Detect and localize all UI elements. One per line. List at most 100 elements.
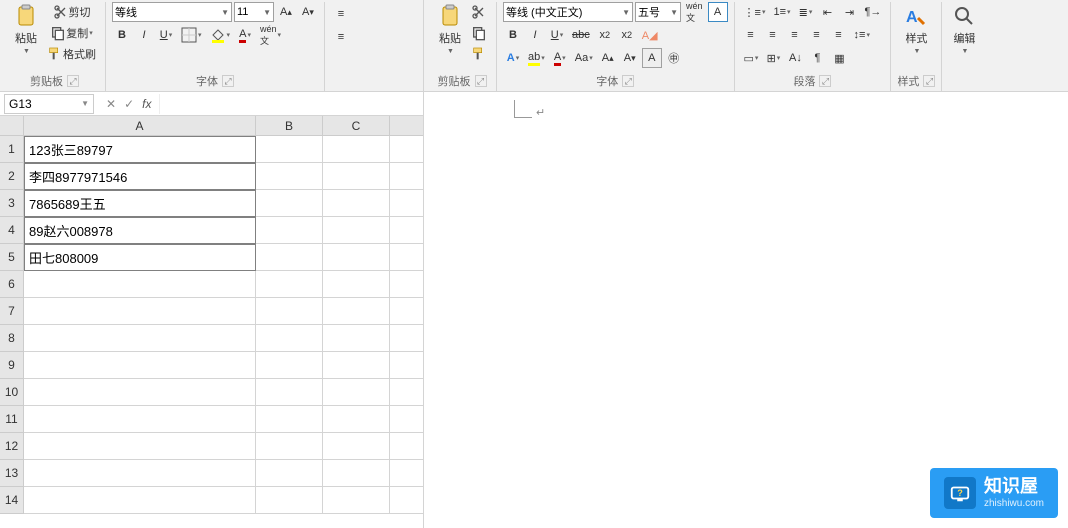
formula-input[interactable]	[159, 94, 423, 114]
word-grow-font-button[interactable]: A▴	[598, 48, 618, 68]
cell[interactable]	[256, 244, 323, 271]
word-enclose-button[interactable]: ㊥	[664, 48, 684, 68]
word-cut-button[interactable]	[468, 2, 490, 22]
word-char-border-button[interactable]: A	[708, 2, 728, 22]
cell[interactable]	[256, 190, 323, 217]
cell[interactable]: 李四8977971546	[24, 163, 256, 190]
cell[interactable]: 123张三89797	[24, 136, 256, 163]
row-header[interactable]: 1	[0, 136, 24, 163]
cell[interactable]	[390, 325, 423, 352]
align-center-button[interactable]: ≡	[763, 25, 783, 45]
underline-button[interactable]: U▾	[156, 25, 176, 45]
align-top-button[interactable]: ≡	[331, 4, 351, 24]
cell[interactable]	[390, 271, 423, 298]
word-font-size-select[interactable]: 五号▼	[635, 2, 681, 22]
cell[interactable]	[323, 379, 390, 406]
bold-button[interactable]: B	[112, 25, 132, 45]
cell[interactable]	[390, 487, 423, 514]
row-header[interactable]: 13	[0, 460, 24, 487]
name-box[interactable]: G13▼	[4, 94, 94, 114]
word-underline-button[interactable]: U▾	[547, 25, 567, 45]
cell[interactable]	[256, 163, 323, 190]
font-size-select[interactable]: 11▼	[234, 2, 274, 22]
word-highlight-button[interactable]: ab▾	[525, 48, 548, 68]
phonetic-button[interactable]: wén文▾	[257, 25, 284, 45]
cell[interactable]	[390, 163, 423, 190]
shading-button[interactable]: ▭▾	[741, 48, 762, 68]
spreadsheet-grid[interactable]: 1 2 3 4 5 6 7 8 9 10 11 12 13 14 A B C	[0, 116, 423, 528]
word-styles-dialog[interactable]: ⤢	[923, 75, 935, 87]
cell[interactable]	[390, 136, 423, 163]
cell[interactable]	[390, 217, 423, 244]
word-italic-button[interactable]: I	[525, 25, 545, 45]
paste-button[interactable]: 粘贴 ▼	[10, 2, 42, 57]
cell[interactable]	[256, 325, 323, 352]
border-button[interactable]: ▾	[178, 25, 205, 45]
fx-button[interactable]: fx	[142, 97, 151, 111]
row-header[interactable]: 8	[0, 325, 24, 352]
word-paste-button[interactable]: 粘贴▼	[434, 2, 466, 57]
word-clear-format-button[interactable]: A◢	[639, 25, 661, 45]
col-header[interactable]: B	[256, 116, 323, 136]
cell[interactable]	[390, 190, 423, 217]
sort-button[interactable]: A↓	[785, 48, 805, 68]
cell[interactable]	[256, 136, 323, 163]
cell[interactable]	[256, 487, 323, 514]
copy-button[interactable]: 复制▾	[44, 23, 99, 43]
cell[interactable]	[24, 298, 256, 325]
row-header[interactable]: 7	[0, 298, 24, 325]
cut-button[interactable]: 剪切	[44, 2, 99, 22]
numbering-button[interactable]: 1≡▾	[770, 2, 793, 22]
cell[interactable]	[256, 271, 323, 298]
col-header[interactable]: A	[24, 116, 256, 136]
cell[interactable]	[256, 352, 323, 379]
cell[interactable]	[24, 433, 256, 460]
decrease-indent-button[interactable]: ⇤	[818, 2, 838, 22]
word-paragraph-dialog[interactable]: ⤢	[819, 75, 831, 87]
cell[interactable]	[256, 217, 323, 244]
cell[interactable]	[390, 379, 423, 406]
cell[interactable]	[24, 379, 256, 406]
cell[interactable]	[323, 163, 390, 190]
cell[interactable]	[390, 298, 423, 325]
cell[interactable]	[323, 487, 390, 514]
word-subscript-button[interactable]: x2	[595, 25, 615, 45]
row-header[interactable]: 14	[0, 487, 24, 514]
row-header[interactable]: 9	[0, 352, 24, 379]
cell[interactable]	[323, 406, 390, 433]
row-header[interactable]: 11	[0, 406, 24, 433]
word-format-painter-button[interactable]	[468, 44, 490, 64]
cell[interactable]	[24, 406, 256, 433]
word-text-effects-button[interactable]: A▾	[503, 48, 523, 68]
cell[interactable]	[323, 244, 390, 271]
align-left-button[interactable]: ≡	[741, 25, 761, 45]
cell[interactable]	[256, 460, 323, 487]
cell[interactable]	[256, 298, 323, 325]
cell[interactable]	[323, 190, 390, 217]
font-name-select[interactable]: 等线▼	[112, 2, 232, 22]
word-strike-button[interactable]: abc	[569, 25, 593, 45]
row-header[interactable]: 6	[0, 271, 24, 298]
format-painter-button[interactable]: 格式刷	[44, 44, 99, 64]
cell[interactable]	[323, 217, 390, 244]
cell[interactable]	[24, 325, 256, 352]
clipboard-dialog-launcher[interactable]: ⤢	[67, 75, 79, 87]
cell[interactable]	[323, 460, 390, 487]
font-color-button[interactable]: A▾	[235, 25, 255, 45]
word-shrink-font-button[interactable]: A▾	[620, 48, 640, 68]
word-superscript-button[interactable]: x2	[617, 25, 637, 45]
cell[interactable]	[256, 406, 323, 433]
styles-button[interactable]: A 样式▼	[900, 2, 932, 57]
cell[interactable]	[24, 487, 256, 514]
cell[interactable]	[390, 460, 423, 487]
ltr-button[interactable]: ¶→	[862, 2, 885, 22]
word-font-color-button[interactable]: A▾	[550, 48, 570, 68]
cell[interactable]	[24, 271, 256, 298]
row-header[interactable]: 4	[0, 217, 24, 244]
cell[interactable]	[323, 325, 390, 352]
snap-grid-button[interactable]: ▦	[829, 48, 849, 68]
distributed-button[interactable]: ≡	[829, 25, 849, 45]
increase-font-button[interactable]: A▴	[276, 2, 296, 22]
cell[interactable]: 7865689王五	[24, 190, 256, 217]
select-all-corner[interactable]	[0, 116, 24, 136]
